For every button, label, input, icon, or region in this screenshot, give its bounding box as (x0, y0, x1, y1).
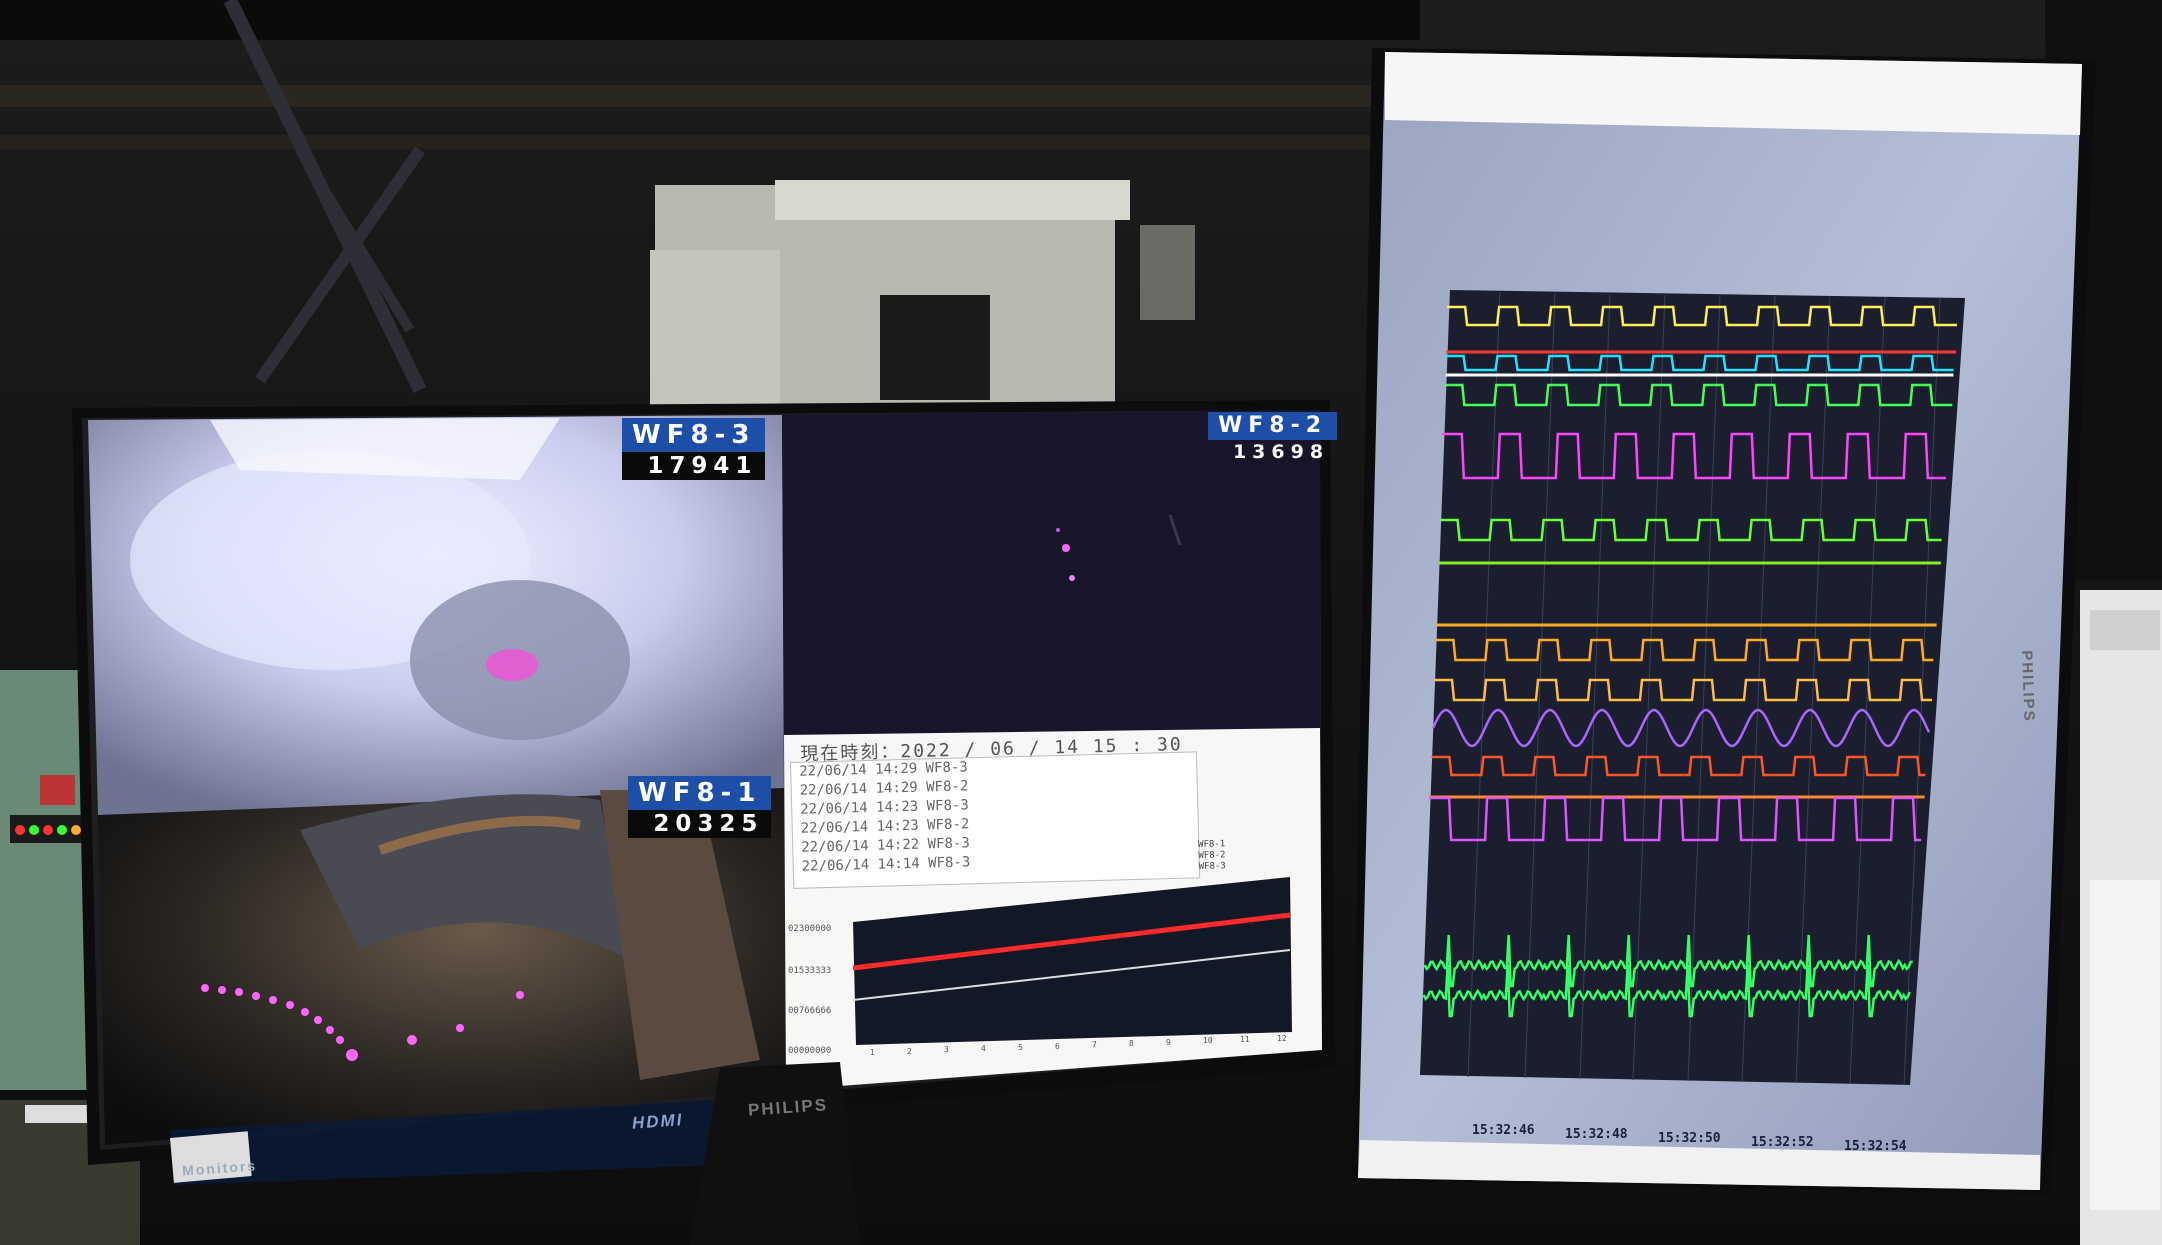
right-monitor-brand: PHILIPS (2018, 650, 2038, 723)
event-log-list[interactable]: 22/06/14 14:29 WF8-3 22/06/14 14:29 WF8-… (790, 751, 1201, 889)
legend-item: WF8-3 (1198, 861, 1226, 872)
x-tick: 10 (1203, 1036, 1213, 1046)
camera-name: WF8-3 (622, 418, 766, 452)
time-label: 15:32:50 (1658, 1131, 1721, 1146)
time-label: 15:32:52 (1751, 1135, 1814, 1150)
x-tick: 5 (1018, 1042, 1023, 1052)
x-tick: 1 (870, 1048, 875, 1057)
camera-name: WF8-1 (628, 776, 772, 810)
y-tick: 01533333 (788, 966, 832, 976)
camera-label-wf8-3: WF8-3 17941 (622, 418, 766, 480)
x-tick: 6 (1055, 1041, 1060, 1051)
camera-count: 20325 (628, 810, 772, 838)
x-tick: 8 (1129, 1038, 1134, 1048)
x-tick: 7 (1092, 1040, 1097, 1050)
x-tick: 11 (1240, 1035, 1250, 1044)
camera-count: 17941 (622, 452, 766, 480)
right-monitor (1352, 48, 2096, 1195)
legend-item: WF8-2 (1198, 850, 1226, 861)
x-tick: 2 (907, 1046, 912, 1056)
x-tick: 12 (1277, 1033, 1287, 1043)
camera-label-wf8-2: WF8-2 13698 (1208, 412, 1338, 464)
photo-background (0, 0, 2162, 1245)
y-tick: 00000000 (788, 1046, 832, 1056)
camera-count: 13698 (1232, 441, 1330, 463)
hdmi-label: HDMI (631, 1110, 685, 1133)
time-label: 15:32:48 (1565, 1127, 1628, 1142)
y-tick: 02300000 (788, 924, 832, 934)
chart-legend: WF8-1 WF8-2 WF8-3 (1198, 839, 1226, 873)
x-tick: 4 (981, 1044, 986, 1054)
time-label: 15:32:46 (1472, 1123, 1535, 1138)
camera-label-wf8-1: WF8-1 20325 (628, 776, 772, 838)
y-tick: 00766666 (788, 1006, 832, 1016)
time-label: 15:32:54 (1844, 1139, 1907, 1154)
x-tick: 3 (944, 1045, 949, 1055)
legend-item: WF8-1 (1198, 839, 1226, 850)
x-tick: 9 (1166, 1037, 1171, 1047)
camera-name: WF8-2 (1208, 412, 1338, 440)
